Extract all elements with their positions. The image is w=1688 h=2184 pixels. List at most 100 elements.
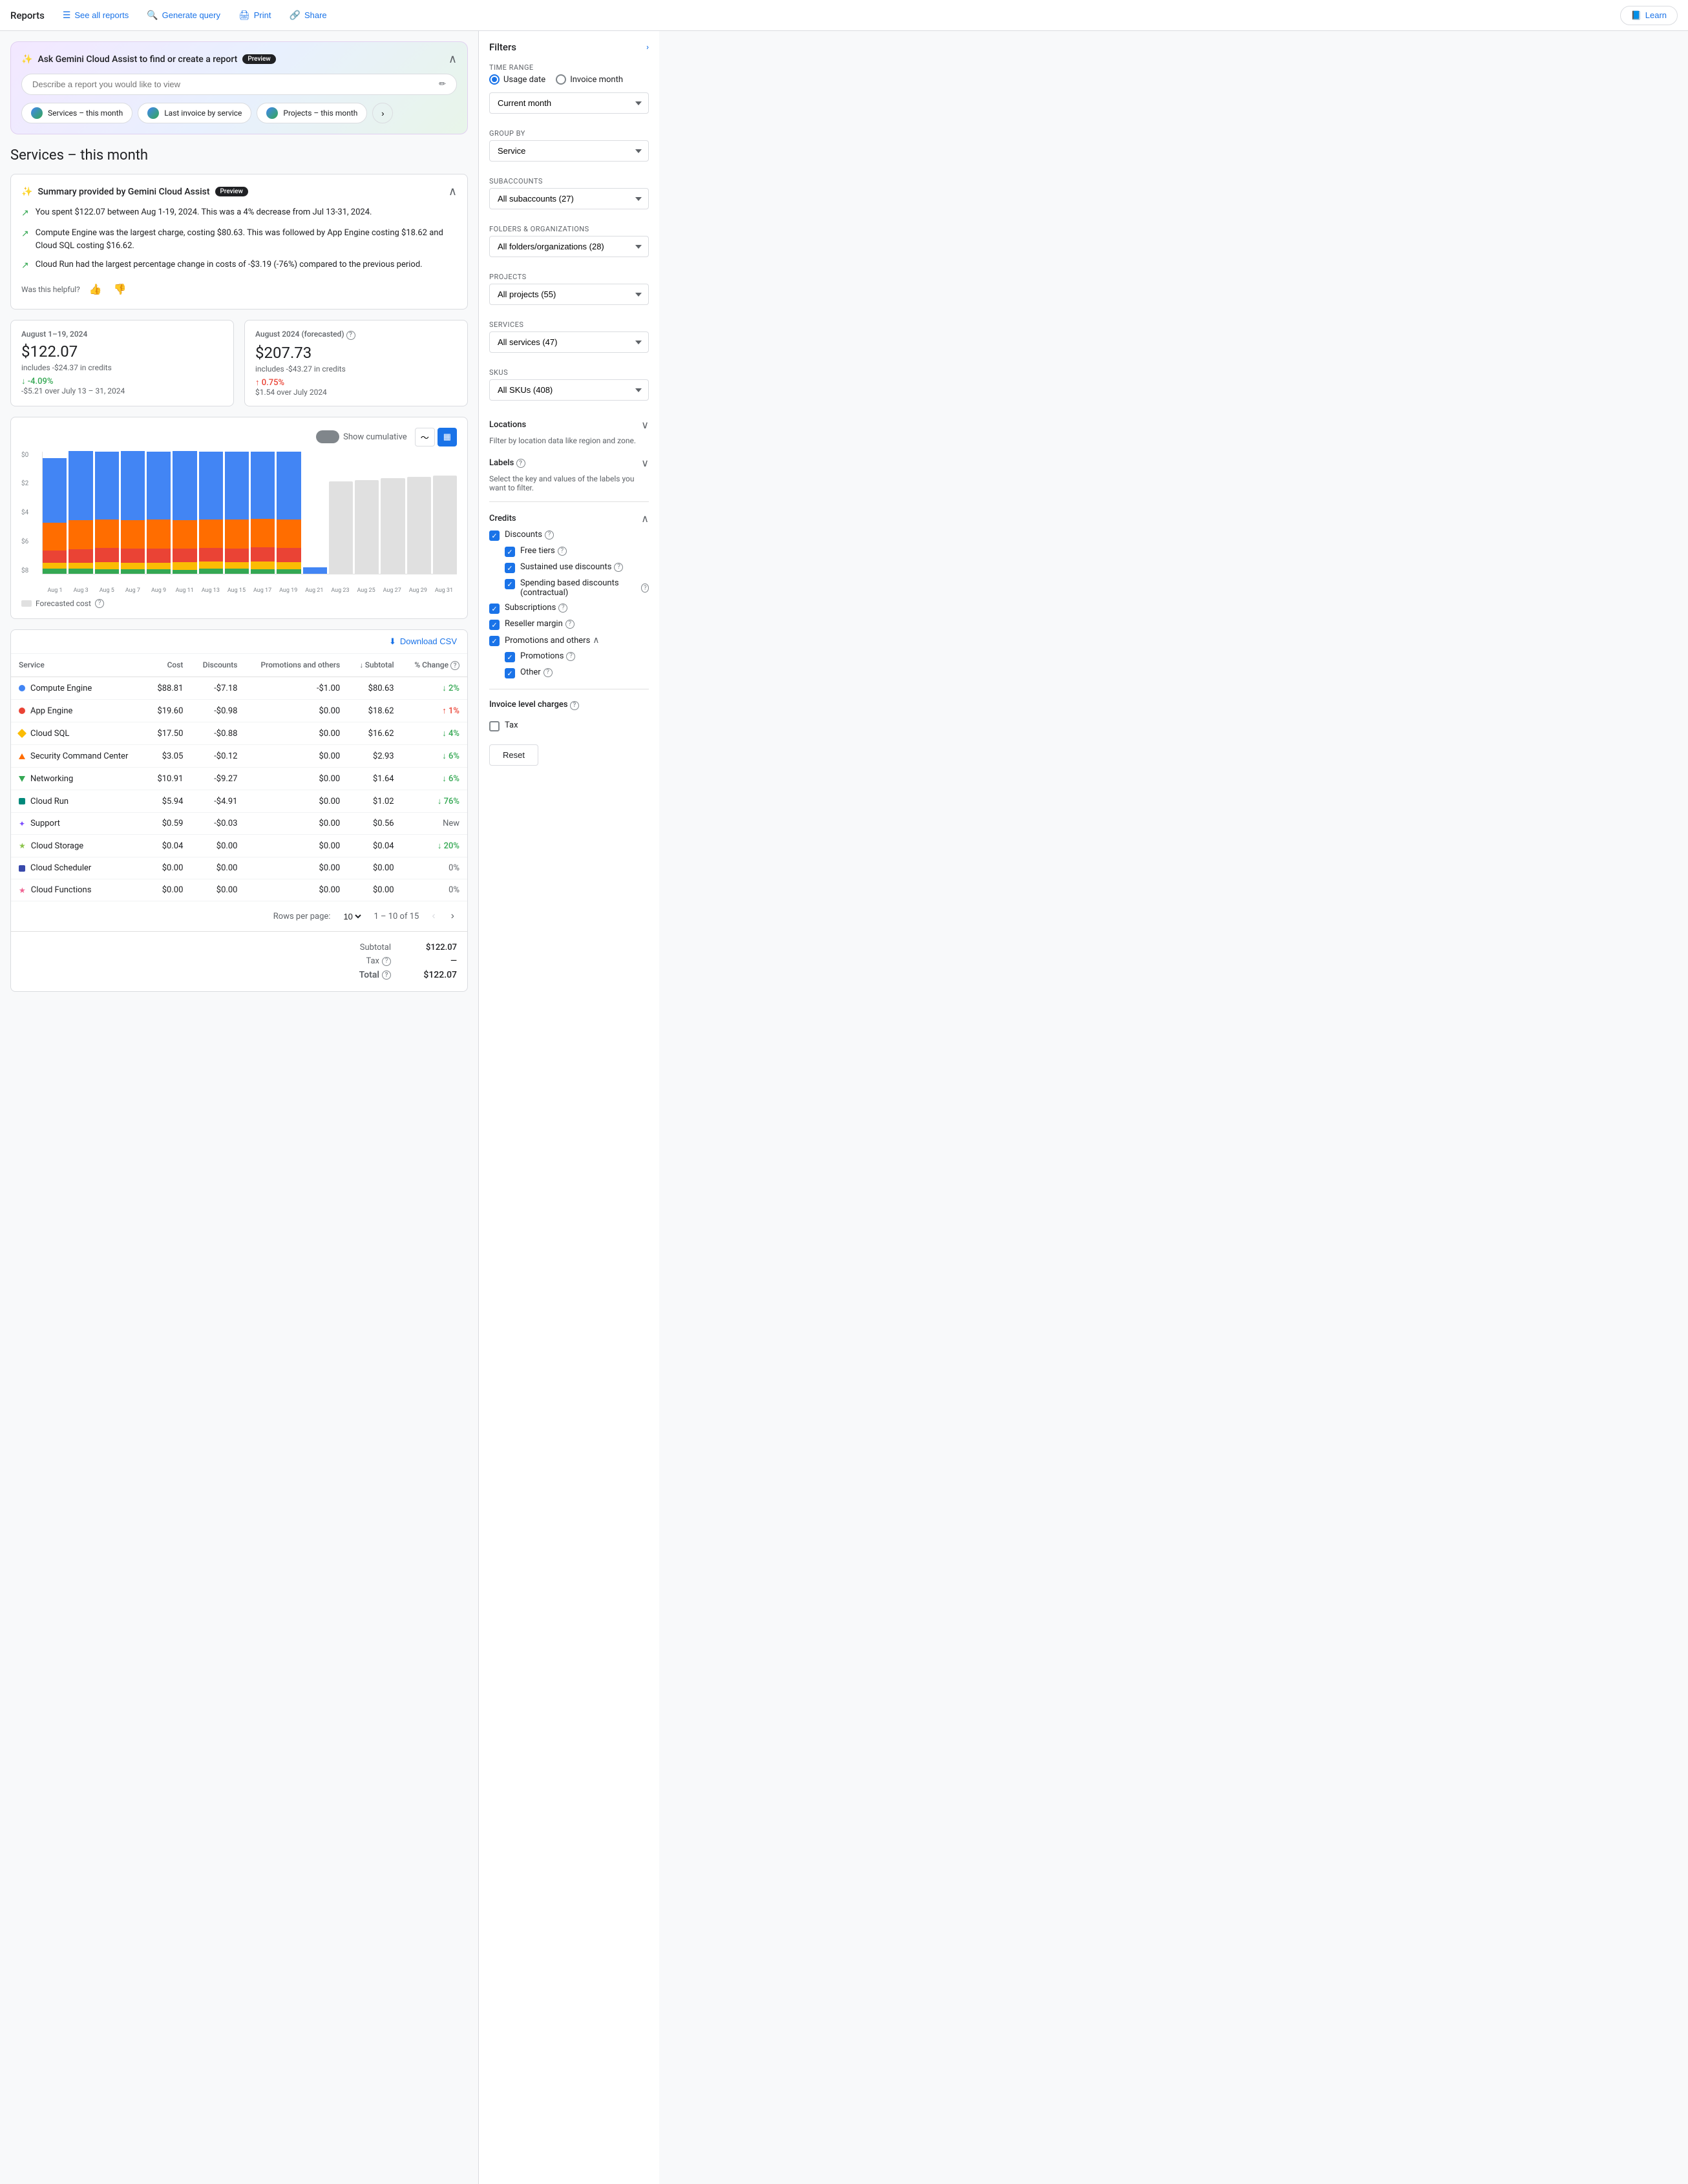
collapse-gemini-button[interactable]: ∧ <box>448 52 457 66</box>
spending-based-help-icon[interactable]: ? <box>641 583 649 593</box>
chip-last-invoice[interactable]: Last invoice by service <box>138 103 251 123</box>
thumbs-down-button[interactable]: 👎 <box>111 280 129 299</box>
promotions-others-checkbox[interactable] <box>489 636 500 646</box>
current-month-select[interactable]: Current month <box>489 92 649 114</box>
subtotal-cell: $0.56 <box>348 813 401 835</box>
sort-icon: ↓ <box>360 661 365 669</box>
change-help-icon[interactable]: ? <box>450 661 459 670</box>
chip-projects-month[interactable]: Projects – this month <box>257 103 367 123</box>
reseller-margin-checkbox[interactable] <box>489 620 500 630</box>
invoice-month-radio[interactable]: Invoice month <box>556 74 623 85</box>
invoice-charges-label: Invoice level charges ? <box>489 700 579 710</box>
gemini-search-input[interactable] <box>32 79 434 89</box>
promotions-item: Promotions ? <box>489 649 649 665</box>
promotions-cell: $0.00 <box>245 745 348 768</box>
bar-segment-green <box>95 569 119 574</box>
bar-segment-red <box>69 549 92 563</box>
chips-next-button[interactable]: › <box>372 103 393 123</box>
thumbs-up-button[interactable]: 👍 <box>87 280 105 299</box>
promotions-checkbox[interactable] <box>505 652 515 662</box>
col-promotions: Promotions and others <box>245 654 348 677</box>
chip-icon-3 <box>266 107 278 119</box>
locations-header[interactable]: Locations ∨ <box>489 416 649 434</box>
skus-select[interactable]: All SKUs (408) <box>489 379 649 401</box>
labels-header[interactable]: Labels ? ∨ <box>489 454 649 472</box>
print-button[interactable]: 🖨 Print <box>231 6 279 25</box>
folders-select[interactable]: All folders/organizations (28) <box>489 236 649 257</box>
subtotal-label: Subtotal <box>360 943 391 952</box>
invoice-charges-header: Invoice level charges ? <box>489 697 649 713</box>
cost-cell: $0.59 <box>146 813 191 835</box>
forecasted-legend-help[interactable]: ? <box>95 599 104 608</box>
promotions-collapse-icon: ∧ <box>593 635 599 646</box>
share-icon: 🔗 <box>290 10 301 21</box>
subaccounts-select[interactable]: All subaccounts (27) <box>489 188 649 209</box>
discounts-help-icon[interactable]: ? <box>545 530 554 540</box>
forecasted-period: August 2024 (forecasted) ? <box>255 330 457 340</box>
download-icon: ⬇ <box>389 636 396 647</box>
other-help-icon[interactable]: ? <box>543 668 553 677</box>
share-button[interactable]: 🔗 Share <box>282 6 335 25</box>
tax-checkbox[interactable] <box>489 721 500 731</box>
labels-section: Labels ? ∨ Select the key and values of … <box>489 454 649 492</box>
subtotal-cell: $18.62 <box>348 700 401 722</box>
reseller-margin-help-icon[interactable]: ? <box>565 620 575 629</box>
bar-segment-orange <box>43 523 67 551</box>
bar-segment-yellow <box>277 562 301 569</box>
service-cell: ★Cloud Storage <box>11 835 146 857</box>
cost-cell: $3.05 <box>146 745 191 768</box>
sustained-use-help-icon[interactable]: ? <box>614 563 623 572</box>
table-row: Security Command Center $3.05 -$0.12 $0.… <box>11 745 467 768</box>
chip-services-month[interactable]: Services – this month <box>21 103 132 123</box>
filters-toggle[interactable]: › <box>646 43 649 52</box>
tax-help-icon[interactable]: ? <box>382 957 391 966</box>
group-by-label: Group by <box>489 129 649 138</box>
line-chart-button[interactable]: 〜 <box>415 428 435 446</box>
group-by-select[interactable]: Service <box>489 140 649 162</box>
other-checkbox[interactable] <box>505 668 515 678</box>
reset-button[interactable]: Reset <box>489 744 538 766</box>
learn-button[interactable]: 📘 Learn <box>1620 6 1678 25</box>
collapse-summary-button[interactable]: ∧ <box>448 185 457 198</box>
discounts-cell: -$4.91 <box>191 790 245 813</box>
sparkle-icon-2: ✨ <box>21 187 32 197</box>
rows-per-page-select[interactable]: 10 25 50 <box>341 911 363 922</box>
services-select[interactable]: All services (47) <box>489 331 649 353</box>
generate-query-button[interactable]: 🔍 Generate query <box>139 6 228 25</box>
bar-chart-button[interactable]: ▦ <box>438 428 457 446</box>
invoice-charges-help-icon[interactable]: ? <box>570 701 579 710</box>
projects-select[interactable]: All projects (55) <box>489 284 649 305</box>
spending-based-item: Spending based discounts (contractual) ? <box>489 576 649 600</box>
change-cell: ↓ 20% <box>402 835 467 857</box>
download-csv-button[interactable]: ⬇ Download CSV <box>389 636 457 647</box>
bar-segment-yellow <box>95 562 119 569</box>
bar-segment-yellow <box>121 563 145 570</box>
total-help-icon[interactable]: ? <box>382 971 391 980</box>
chart-bar-group <box>43 452 67 574</box>
subscriptions-help-icon[interactable]: ? <box>558 604 567 613</box>
free-tiers-help-icon[interactable]: ? <box>558 547 567 556</box>
subscriptions-checkbox[interactable] <box>489 604 500 614</box>
credits-header: Credits ∧ <box>489 510 649 527</box>
prev-page-button[interactable]: ‹ <box>429 908 438 925</box>
see-all-reports-button[interactable]: ☰ See all reports <box>55 6 136 25</box>
discounts-checkbox[interactable] <box>489 530 500 541</box>
col-service: Service <box>11 654 146 677</box>
spending-based-checkbox[interactable] <box>505 579 515 589</box>
promotions-cell: $0.00 <box>245 700 348 722</box>
pagination: Rows per page: 10 25 50 1 – 10 of 15 ‹ › <box>11 901 467 931</box>
subtotal-cell: $0.00 <box>348 879 401 901</box>
next-page-button[interactable]: › <box>448 908 457 925</box>
bar-segment-blue <box>121 451 145 520</box>
discounts-label: Discounts ? <box>505 530 554 540</box>
bar-segment-red <box>95 548 119 562</box>
show-cumulative-toggle[interactable]: Show cumulative <box>316 430 407 443</box>
free-tiers-checkbox[interactable] <box>505 547 515 557</box>
labels-help-icon[interactable]: ? <box>516 459 525 468</box>
forecasted-help-icon[interactable]: ? <box>346 331 355 340</box>
other-item: Other ? <box>489 665 649 681</box>
sustained-use-checkbox[interactable] <box>505 563 515 573</box>
usage-date-radio[interactable]: Usage date <box>489 74 545 85</box>
invoice-month-radio-circle <box>556 74 566 85</box>
promotions-help-icon[interactable]: ? <box>566 652 575 661</box>
